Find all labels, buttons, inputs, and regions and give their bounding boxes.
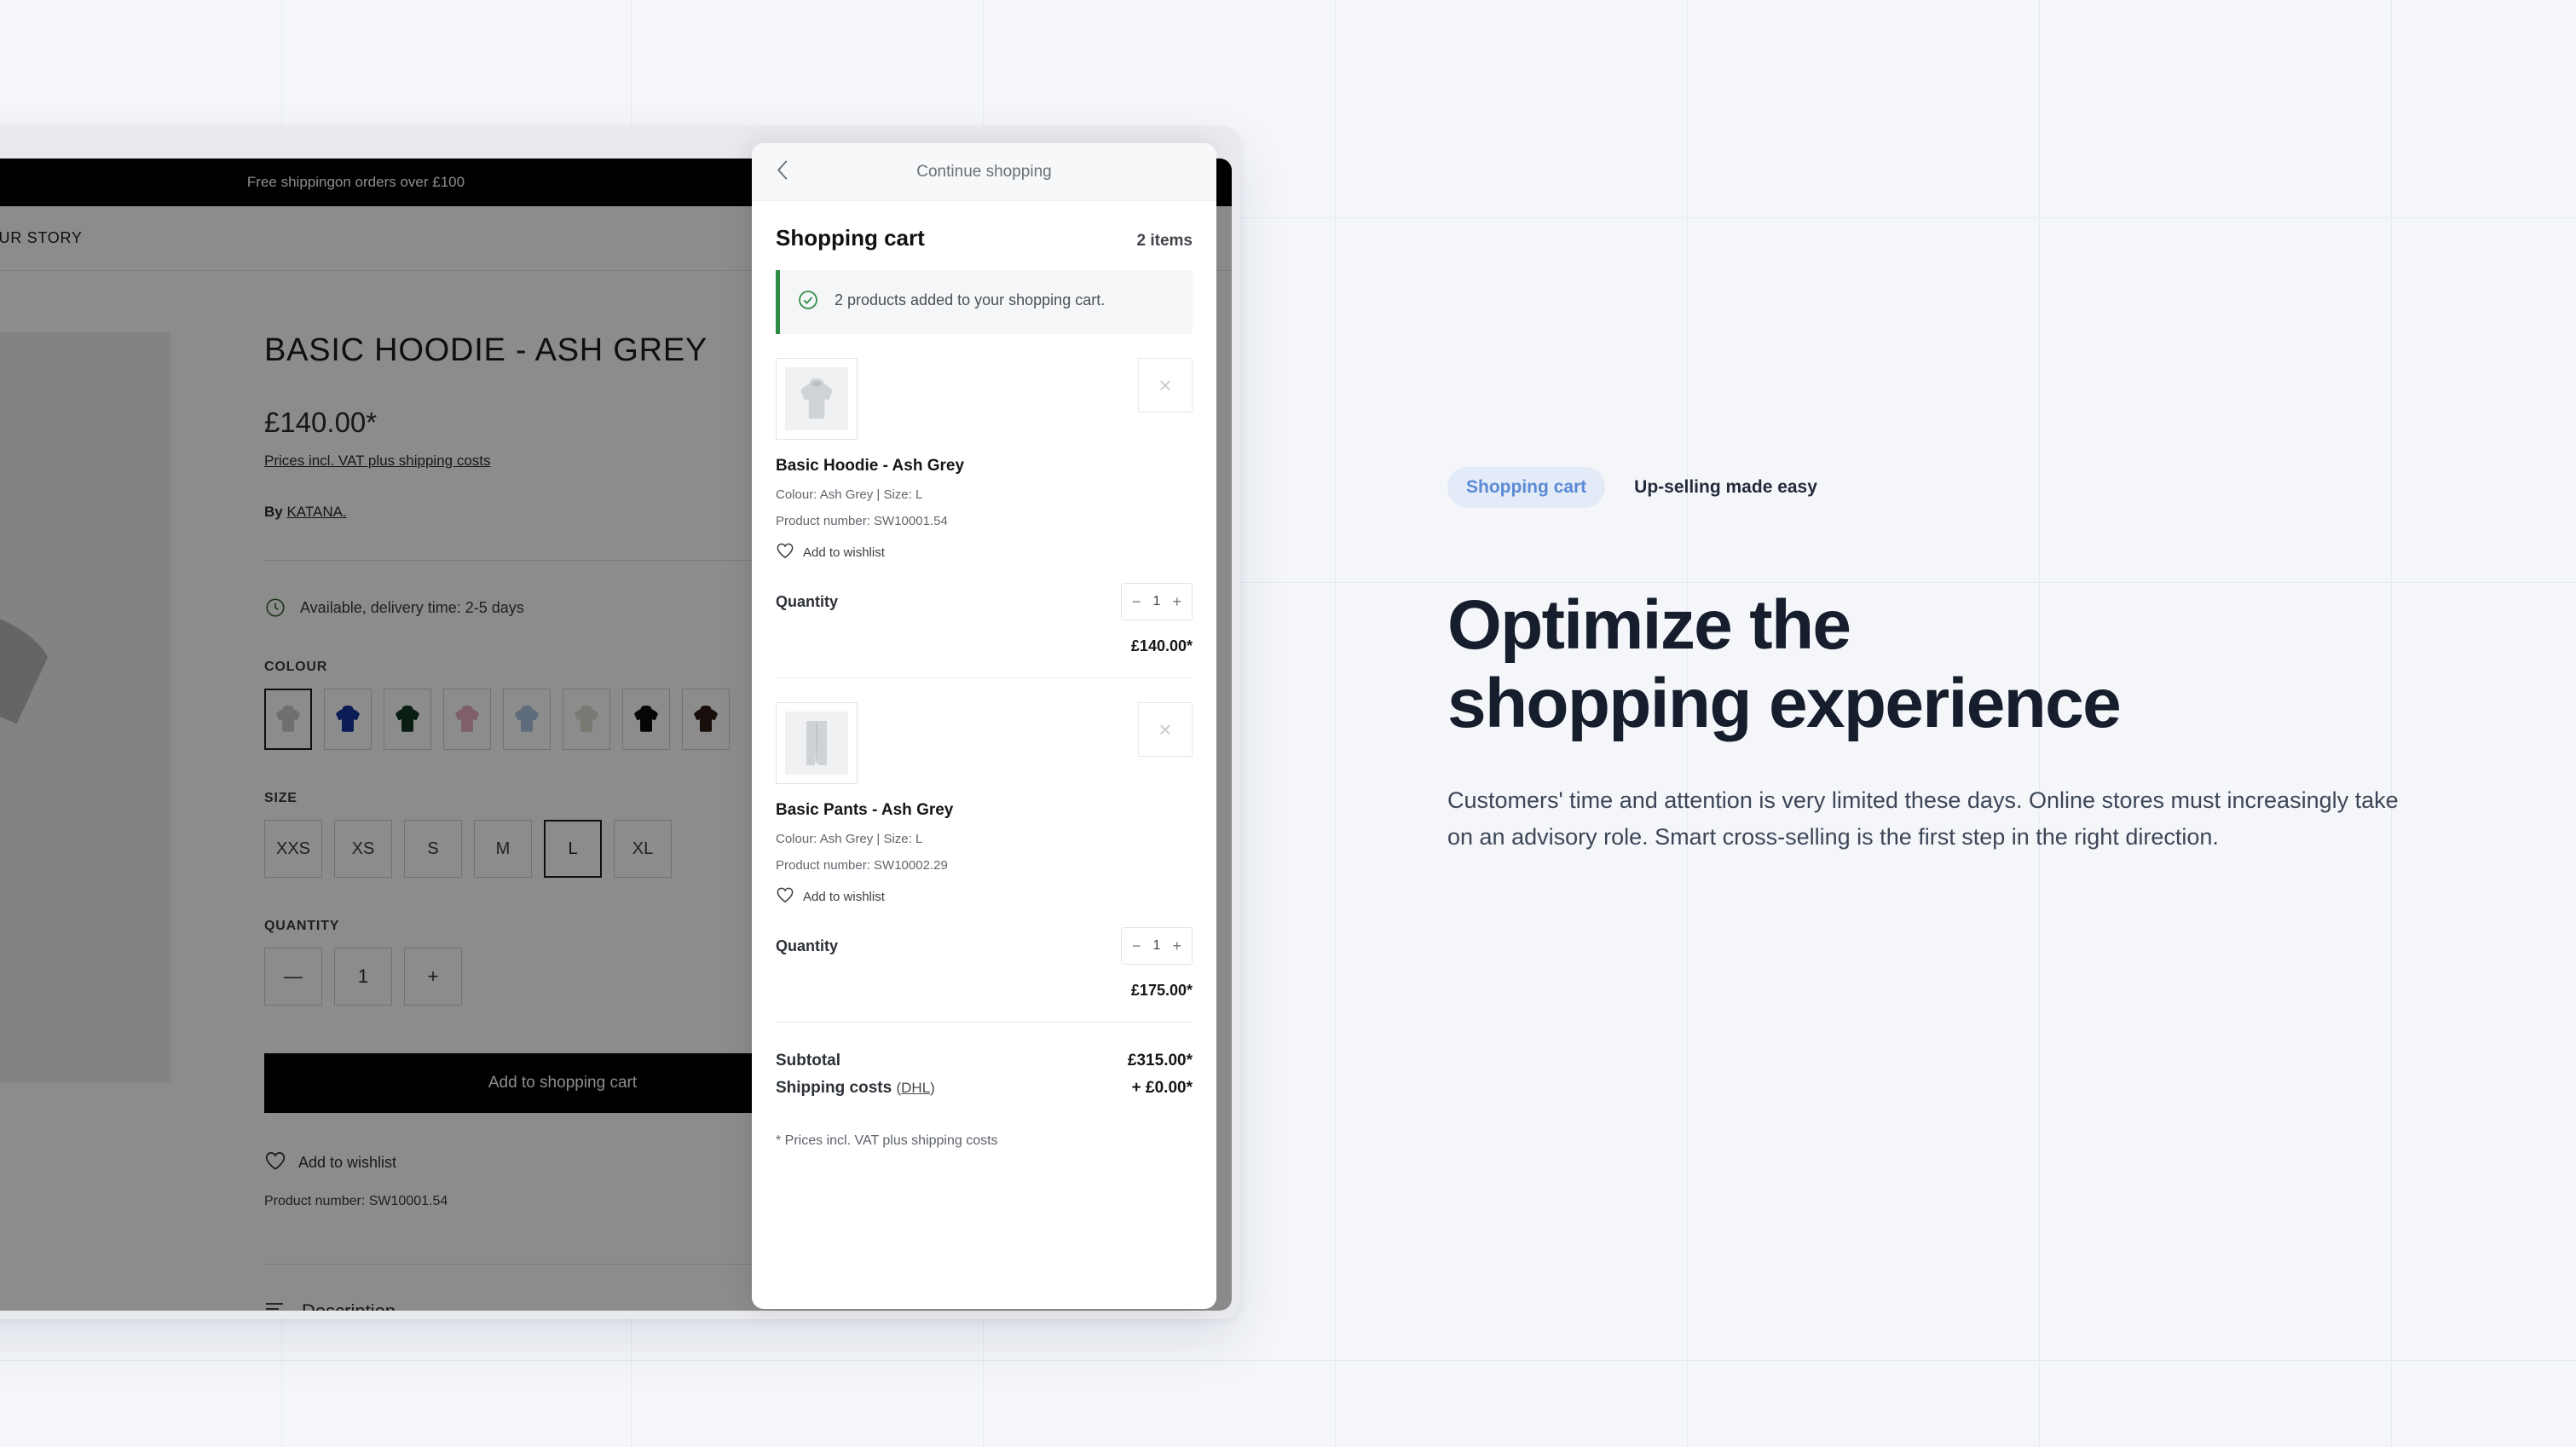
cart-item-quantity-label: Quantity (776, 592, 839, 610)
continue-shopping-label[interactable]: Continue shopping (752, 163, 1216, 182)
heart-icon (776, 886, 794, 907)
cart-subtotal-value: £315.00* (1127, 1052, 1193, 1069)
shipping-carrier-name: DHL (901, 1080, 931, 1096)
marketing-body-copy: Customers' time and attention is very li… (1447, 787, 2399, 850)
cart-heading: Shopping cart (776, 225, 925, 251)
headline-line-2: shopping experience (1447, 664, 2122, 742)
cart-line-item: × Basic Pants - Ash Grey Colour: Ash Gre… (776, 678, 1193, 1023)
cart-item-price: £140.00* (1130, 637, 1193, 654)
cart-line-item: × Basic Hoodie - Ash Grey Colour: Ash Gr… (776, 334, 1193, 678)
cart-subtotal-label: Subtotal (776, 1052, 840, 1069)
cart-item-decrement-button[interactable]: − (1132, 594, 1141, 609)
check-circle-icon (797, 289, 819, 315)
cart-item-price: £175.00* (1130, 982, 1193, 999)
cart-item-thumbnail[interactable] (776, 702, 858, 784)
cart-item-count: 2 items (1136, 232, 1193, 250)
back-chevron-icon[interactable] (774, 159, 791, 185)
cart-item-wishlist-label: Add to wishlist (803, 889, 885, 904)
cart-item-wishlist-button[interactable]: Add to wishlist (776, 886, 1193, 907)
tab-shopping-cart[interactable]: Shopping cart (1447, 467, 1606, 508)
cart-item-quantity-row: Quantity − 1 + (776, 927, 1193, 965)
cart-shipping-label: Shipping costs (DHL) (776, 1079, 935, 1098)
cart-item-quantity-value[interactable]: 1 (1153, 938, 1161, 954)
cart-item-thumbnail[interactable] (776, 358, 858, 440)
pants-thumbnail-icon (806, 721, 827, 765)
cart-subtotal-row: Subtotal £315.00* (776, 1052, 1193, 1070)
cart-fine-print: * Prices incl. VAT plus shipping costs (776, 1133, 998, 1148)
cart-title-row: Shopping cart 2 items (776, 201, 1193, 251)
shopping-cart-offcanvas: Continue shopping Shopping cart 2 items … (752, 143, 1216, 1309)
cart-item-remove-button[interactable]: × (1138, 702, 1193, 757)
cart-item-wishlist-button[interactable]: Add to wishlist (776, 542, 1193, 562)
cart-success-alert: 2 products added to your shopping cart. (776, 270, 1193, 334)
cart-line-item-top: × (776, 702, 1193, 784)
cart-item-increment-button[interactable]: + (1172, 938, 1181, 954)
cart-item-variant: Colour: Ash Grey | Size: L (776, 832, 923, 846)
headline-line-1: Optimize the (1447, 586, 1851, 664)
cart-line-item-top: × (776, 358, 1193, 440)
cart-offcanvas-body: Shopping cart 2 items 2 products added t… (752, 201, 1216, 1309)
feature-tab-row: Shopping cart Up-selling made easy (1447, 467, 2453, 508)
hoodie-thumbnail-icon (800, 378, 833, 419)
cart-item-decrement-button[interactable]: − (1132, 938, 1141, 954)
grid-hline (0, 1360, 2576, 1361)
cart-shipping-label-text: Shipping costs (776, 1079, 892, 1097)
marketing-headline: Optimize the shopping experience (1447, 586, 2453, 743)
cart-item-remove-button[interactable]: × (1138, 358, 1193, 412)
cart-item-quantity-stepper: − 1 + (1121, 927, 1193, 965)
cart-totals: Subtotal £315.00* Shipping costs (DHL) +… (776, 1023, 1193, 1171)
cart-item-variant: Colour: Ash Grey | Size: L (776, 487, 923, 502)
shipping-carrier-link[interactable]: (DHL) (896, 1080, 934, 1096)
cart-item-increment-button[interactable]: + (1172, 594, 1181, 609)
heart-icon (776, 542, 794, 562)
cart-item-name[interactable]: Basic Hoodie - Ash Grey (776, 457, 1193, 476)
cart-item-name[interactable]: Basic Pants - Ash Grey (776, 801, 1193, 820)
cart-item-product-number: Product number: SW10002.29 (776, 858, 948, 873)
tab-up-selling-made-easy[interactable]: Up-selling made easy (1615, 467, 1836, 508)
cart-offcanvas-header: Continue shopping (752, 143, 1216, 201)
cart-item-quantity-stepper: − 1 + (1121, 583, 1193, 620)
cart-shipping-value: + £0.00* (1131, 1079, 1193, 1097)
marketing-column: Shopping cart Up-selling made easy Optim… (1447, 467, 2453, 856)
cart-item-wishlist-label: Add to wishlist (803, 545, 885, 560)
cart-item-product-number: Product number: SW10001.54 (776, 514, 948, 528)
cart-shipping-row: Shipping costs (DHL) + £0.00* (776, 1079, 1193, 1098)
cart-item-quantity-row: Quantity − 1 + (776, 583, 1193, 620)
grid-vline (1335, 0, 1336, 1447)
cart-alert-message: 2 products added to your shopping cart. (835, 291, 1106, 308)
cart-item-quantity-value[interactable]: 1 (1153, 594, 1161, 609)
cart-item-quantity-label: Quantity (776, 937, 839, 954)
